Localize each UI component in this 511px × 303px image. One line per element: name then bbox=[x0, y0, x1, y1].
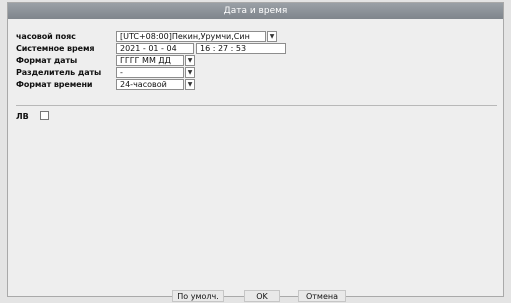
date-separator-select[interactable]: - bbox=[116, 67, 184, 78]
timezone-select[interactable]: [UTC+08:00]Пекин,Урумчи,Син bbox=[116, 31, 266, 42]
dst-label: ЛВ bbox=[16, 112, 29, 121]
chevron-down-icon[interactable]: ▼ bbox=[185, 55, 195, 66]
chevron-down-icon[interactable]: ▼ bbox=[185, 67, 195, 78]
screen: Дата и время часовой пояс [UTC+08:00]Пек… bbox=[0, 0, 511, 303]
date-format-select[interactable]: ГГГГ ММ ДД bbox=[116, 55, 184, 66]
default-button[interactable]: По умолч. bbox=[172, 290, 224, 302]
dialog-title: Дата и время bbox=[8, 3, 503, 19]
cancel-button[interactable]: Отмена bbox=[298, 290, 346, 302]
system-time-field[interactable]: 16 : 27 : 53 bbox=[196, 43, 286, 54]
date-separator-row: Разделитель даты - ▼ bbox=[16, 67, 216, 79]
date-format-row: Формат даты ГГГГ ММ ДД ▼ bbox=[16, 55, 216, 67]
date-time-dialog: Дата и время часовой пояс [UTC+08:00]Пек… bbox=[7, 2, 504, 302]
date-format-label: Формат даты bbox=[16, 56, 78, 65]
date-separator-label: Разделитель даты bbox=[16, 68, 102, 77]
chevron-down-icon[interactable]: ▼ bbox=[267, 31, 277, 42]
dst-checkbox[interactable] bbox=[40, 111, 49, 120]
system-time-label: Системное время bbox=[16, 44, 95, 53]
timezone-label: часовой пояс bbox=[16, 32, 76, 41]
section-divider bbox=[16, 105, 497, 106]
chevron-down-icon[interactable]: ▼ bbox=[185, 79, 195, 90]
time-format-label: Формат времени bbox=[16, 80, 93, 89]
time-format-row: Формат времени 24-часовой ▼ bbox=[16, 79, 216, 91]
timezone-row: часовой пояс [UTC+08:00]Пекин,Урумчи,Син… bbox=[16, 31, 296, 43]
system-time-row: Системное время 2021 - 01 - 04 16 : 27 :… bbox=[16, 43, 306, 55]
time-format-select[interactable]: 24-часовой bbox=[116, 79, 184, 90]
ok-button[interactable]: OK bbox=[244, 290, 280, 302]
system-date-field[interactable]: 2021 - 01 - 04 bbox=[116, 43, 194, 54]
